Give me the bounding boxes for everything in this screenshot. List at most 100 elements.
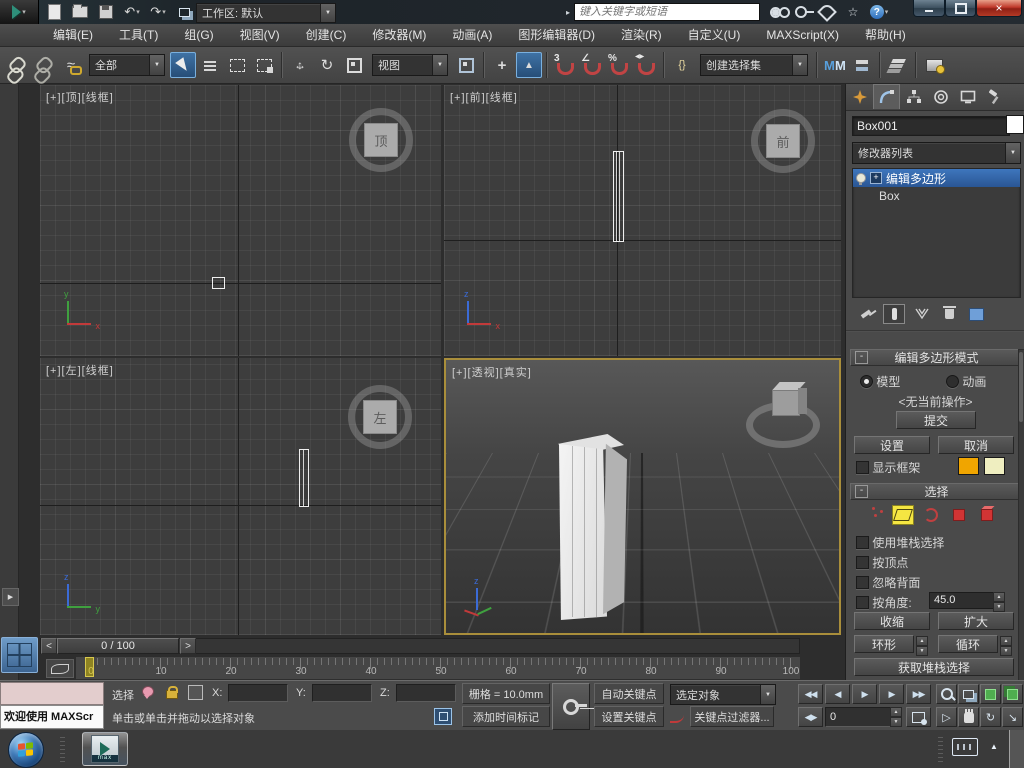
spinner-up-icon[interactable]: ▲ <box>890 707 902 717</box>
viewcube[interactable]: 前 <box>751 109 815 173</box>
go-to-start-button[interactable]: ◀◀ <box>798 684 823 704</box>
cage-selected-color-swatch[interactable] <box>984 457 1005 475</box>
viewcube-face[interactable]: 左 <box>363 400 397 434</box>
undo-dropdown-arrow-icon[interactable]: ▾ <box>136 8 140 16</box>
angle-spinner[interactable]: ▲ ▼ <box>993 592 1005 612</box>
loop-button[interactable]: 循环 <box>938 635 998 653</box>
menu-rendering[interactable]: 渲染(R) <box>608 24 675 46</box>
time-configuration-button[interactable] <box>906 707 931 727</box>
show-end-result-button[interactable] <box>883 304 905 324</box>
spinner-up-icon[interactable]: ▲ <box>1000 636 1012 646</box>
go-to-end-button[interactable]: ▶▶ <box>906 684 931 704</box>
tab-display[interactable] <box>954 84 981 109</box>
modifier-list-dropdown[interactable]: 修改器列表 ▼ <box>852 142 1021 164</box>
menu-modifiers[interactable]: 修改器(M) <box>359 24 439 46</box>
set-key-mode-button[interactable]: 设置关键点 <box>594 706 664 727</box>
menu-create[interactable]: 创建(C) <box>293 24 360 46</box>
orbit-button[interactable]: ↻ <box>980 707 1001 727</box>
track-bar[interactable]: 0 10 20 30 40 50 60 70 80 90 100 <box>76 657 800 680</box>
by-angle-row[interactable]: 按角度: <box>856 594 912 611</box>
select-by-name-button[interactable] <box>197 52 223 78</box>
commit-button[interactable]: 提交 <box>896 411 976 429</box>
rollout-editpoly-mode-header[interactable]: - 编辑多边形模式 <box>850 349 1021 366</box>
align-button[interactable] <box>849 52 875 78</box>
notification-balloon-icon[interactable] <box>142 686 154 699</box>
spinner-down-icon[interactable]: ▼ <box>993 602 1005 612</box>
previous-frame-slider-button[interactable]: < <box>41 638 57 654</box>
modifier-stack-row-box[interactable]: Box <box>853 187 1020 205</box>
bind-to-spacewarp-button[interactable]: ≈ <box>58 52 84 78</box>
viewport-layout-button[interactable] <box>1 637 38 673</box>
box-object-top-view[interactable] <box>212 277 225 289</box>
add-time-tag-button[interactable]: 添加时间标记 <box>462 706 550 727</box>
expand-plus-icon[interactable]: + <box>870 172 882 184</box>
grow-button[interactable]: 扩大 <box>938 612 1014 630</box>
use-pivot-point-center-button[interactable] <box>453 52 479 78</box>
zoom-extents-button[interactable] <box>980 684 1001 704</box>
use-stack-select-row[interactable]: 使用堆栈选择 <box>856 534 944 551</box>
minimize-button[interactable] <box>913 0 945 17</box>
expand-strip-button[interactable]: ▶ <box>2 588 19 606</box>
communication-center-button[interactable] <box>816 2 838 22</box>
previous-frame-button[interactable]: ◀ <box>825 684 850 704</box>
percent-snap-button[interactable]: % <box>606 52 632 78</box>
pin-stack-button[interactable] <box>856 305 876 323</box>
viewcube-face[interactable]: 前 <box>766 124 800 158</box>
collapse-icon[interactable]: - <box>855 485 868 498</box>
ring-spinner[interactable]: ▲ ▼ <box>916 636 928 656</box>
maxscript-mini-listener-pink[interactable] <box>0 682 104 705</box>
remove-modifier-button[interactable] <box>939 305 959 323</box>
selected-objects-dropdown[interactable]: 选定对象 ▼ <box>670 684 776 705</box>
object-name-field[interactable]: Box001 <box>852 116 1010 136</box>
time-slider-handle[interactable]: 0 / 100 <box>57 638 179 654</box>
vertex-mode-button[interactable] <box>864 505 886 525</box>
tab-hierarchy[interactable] <box>900 84 927 109</box>
frame-spinner[interactable]: ▲ ▼ <box>890 707 902 727</box>
object-color-swatch[interactable] <box>1006 115 1024 134</box>
angle-value-field[interactable]: 45.0 <box>929 592 997 609</box>
zoom-extents-all-button[interactable] <box>1002 684 1023 704</box>
tab-utilities[interactable] <box>981 84 1008 109</box>
radio-model-button[interactable] <box>860 375 873 388</box>
spinner-snap-button[interactable]: ◀▶ <box>633 52 659 78</box>
scrollbar-thumb[interactable] <box>1019 352 1023 422</box>
viewport-left-label[interactable]: [+][左][线框] <box>46 362 114 378</box>
angle-snap-button[interactable]: ∠ <box>579 52 605 78</box>
render-setup-button[interactable] <box>921 52 947 78</box>
help-dropdown-arrow-icon[interactable]: ▾ <box>885 8 889 16</box>
zoom-all-button[interactable] <box>958 684 979 704</box>
tab-create[interactable] <box>846 84 873 109</box>
edge-mode-button[interactable] <box>892 505 914 525</box>
select-and-rotate-button[interactable]: ↻ <box>314 52 340 78</box>
application-menu-button[interactable]: ▾ <box>0 0 39 24</box>
x-coordinate-field[interactable] <box>228 684 288 702</box>
keyboard-shortcut-override-button[interactable]: ▲ <box>516 52 542 78</box>
maximize-viewport-toggle-button[interactable]: ↘ <box>1002 707 1023 727</box>
get-stack-selection-button[interactable]: 获取堆栈选择 <box>854 658 1014 676</box>
menu-maxscript[interactable]: MAXScript(X) <box>753 24 852 46</box>
menu-animation[interactable]: 动画(A) <box>439 24 505 46</box>
modifier-list-arrow-icon[interactable]: ▼ <box>1005 143 1020 163</box>
project-workspace-button[interactable] <box>174 3 194 21</box>
cage-color-swatch[interactable] <box>958 457 979 475</box>
spinner-down-icon[interactable]: ▼ <box>916 646 928 656</box>
shrink-button[interactable]: 收缩 <box>854 612 930 630</box>
auto-key-button[interactable]: 自动关键点 <box>594 683 664 704</box>
tab-modify[interactable] <box>873 84 900 109</box>
help-button[interactable]: ? ▾ <box>868 3 890 21</box>
ignore-backfacing-row[interactable]: 忽略背面 <box>856 574 920 591</box>
by-vertex-row[interactable]: 按顶点 <box>856 554 908 571</box>
menu-group[interactable]: 组(G) <box>171 24 226 46</box>
reference-coordinate-dropdown[interactable]: 视图 ▼ <box>372 54 448 76</box>
element-mode-button[interactable] <box>976 505 998 525</box>
polygon-mode-button[interactable] <box>948 505 970 525</box>
pan-view-button[interactable] <box>958 707 979 727</box>
box-object-front-face[interactable] <box>559 444 607 620</box>
selection-filter-dropdown[interactable]: 全部 ▼ <box>89 54 165 76</box>
visibility-bulb-icon[interactable] <box>856 173 866 185</box>
select-and-move-button[interactable]: ↔ ↕ <box>287 52 313 78</box>
close-button[interactable]: × <box>976 0 1022 17</box>
viewport-perspective[interactable]: [+][透视][真实] z <box>444 358 841 635</box>
select-and-link-button[interactable] <box>4 52 30 78</box>
redo-dropdown-arrow-icon[interactable]: ▾ <box>162 8 166 16</box>
